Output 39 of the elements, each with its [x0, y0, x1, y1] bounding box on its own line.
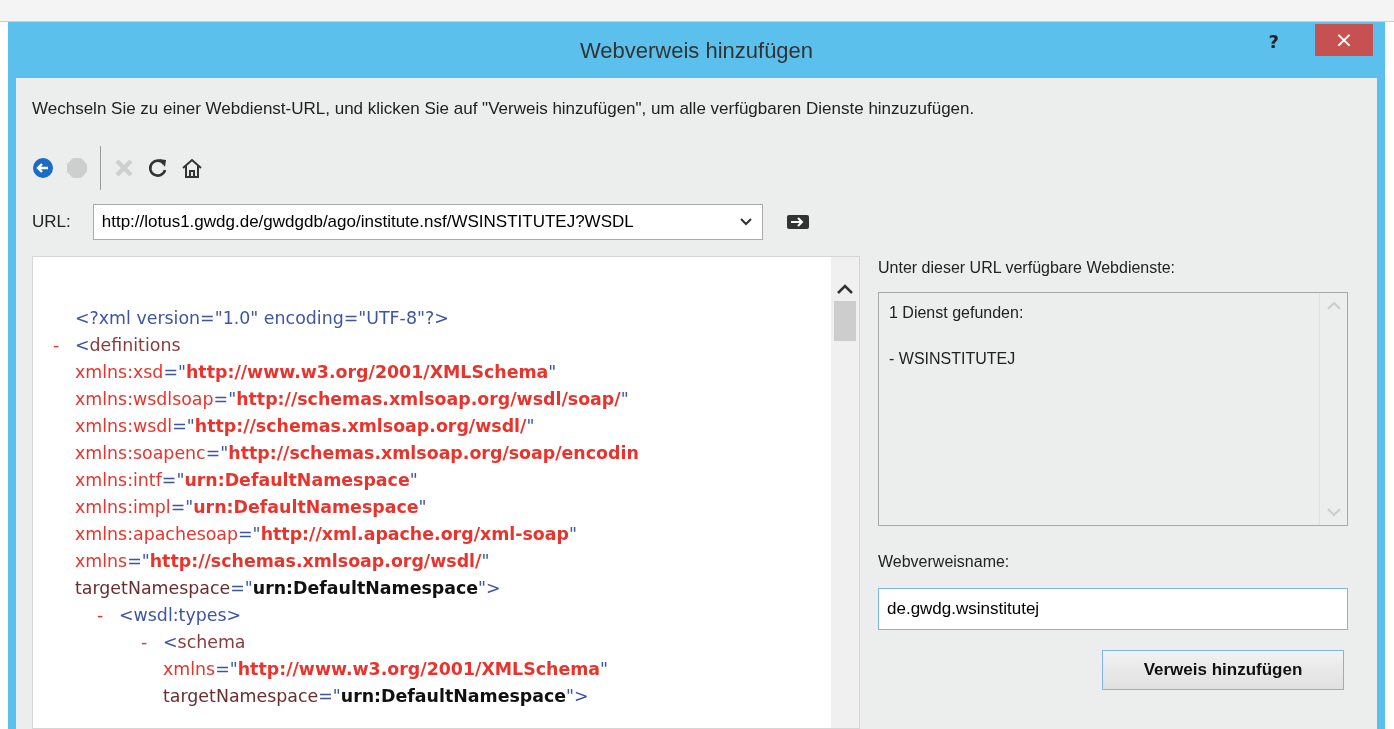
- code-line: xmlns:wsdl="http://schemas.xmlsoap.org/wsdl/": [75, 414, 535, 438]
- code-line: <?xml version="1.0" encoding="UTF-8"?>: [75, 306, 449, 330]
- scrollbar-thumb[interactable]: [834, 300, 856, 341]
- services-label: Unter dieser URL verfügbare Webdienste:: [878, 257, 1177, 278]
- collapse-toggle[interactable]: -: [53, 331, 75, 359]
- chevron-down-icon: [738, 216, 753, 227]
- code-line: xmlns:xsd="http://www.w3.org/2001/XMLSchema": [75, 360, 557, 384]
- chevron-up-icon: [1325, 300, 1342, 311]
- code-line: <definitions: [75, 333, 181, 357]
- code-line: xmlns:impl="urn:DefaultNamespace": [75, 495, 427, 519]
- code-line: xmlns="http://www.w3.org/2001/XMLSchema": [163, 657, 609, 681]
- code-line: xmlns="http://schemas.xmlsoap.org/wsdl/": [75, 549, 490, 573]
- code-line: targetNamespace="urn:DefaultNamespace">: [75, 576, 501, 600]
- chevron-up-icon[interactable]: [836, 282, 854, 295]
- code-line: xmlns:intf="urn:DefaultNamespace": [75, 468, 418, 492]
- add-reference-button[interactable]: Verweis hinzufügen: [1102, 649, 1344, 690]
- scrollbar[interactable]: [831, 256, 859, 728]
- chevron-down-icon: [1325, 506, 1342, 517]
- refresh-icon[interactable]: [147, 156, 169, 179]
- code-line: <wsdl:types>: [119, 603, 242, 627]
- collapse-toggle[interactable]: -: [141, 628, 163, 656]
- code-line: xmlns:apachesoap="http://xml.apache.org/xml-soap": [75, 522, 577, 546]
- close-button[interactable]: ×: [1315, 24, 1373, 56]
- back-icon[interactable]: [32, 156, 54, 179]
- collapse-toggle[interactable]: -: [97, 601, 119, 629]
- service-text: - WSINSTITUTEJ: [889, 348, 1017, 369]
- code-line: targetNamespace="urn:DefaultNamespace">: [163, 684, 589, 708]
- url-label: URL:: [32, 210, 71, 233]
- home-icon[interactable]: [181, 156, 203, 179]
- window-title: Webverweis hinzufügen: [579, 36, 814, 65]
- code-line: <schema: [163, 630, 246, 654]
- reference-name-label: Webverweisname:: [878, 551, 1011, 572]
- url-combo-box[interactable]: http://lotus1.gwdg.de/gwdgdb/ago/institute.nsf/WSINSTITUTEJ?WSDL: [92, 203, 763, 240]
- code-line: xmlns:wsdlsoap="http://schemas.xmlsoap.org/wsdl/soap/": [75, 387, 629, 411]
- reference-name-field[interactable]: de.gwdg.wsinstitutej: [878, 587, 1348, 630]
- code-line: xmlns:soapenc="http://schemas.xmlsoap.org/soap/encodin: [75, 441, 639, 465]
- help-button[interactable]: ?: [1268, 28, 1279, 55]
- service-text: 1 Dienst gefunden:: [889, 302, 1025, 323]
- instruction-text: Wechseln Sie zu einer Webdienst-URL, und klicken Sie auf "Verweis hinzufügen", um alle verfügbaren Dienste hinzuzufügen.: [32, 98, 976, 120]
